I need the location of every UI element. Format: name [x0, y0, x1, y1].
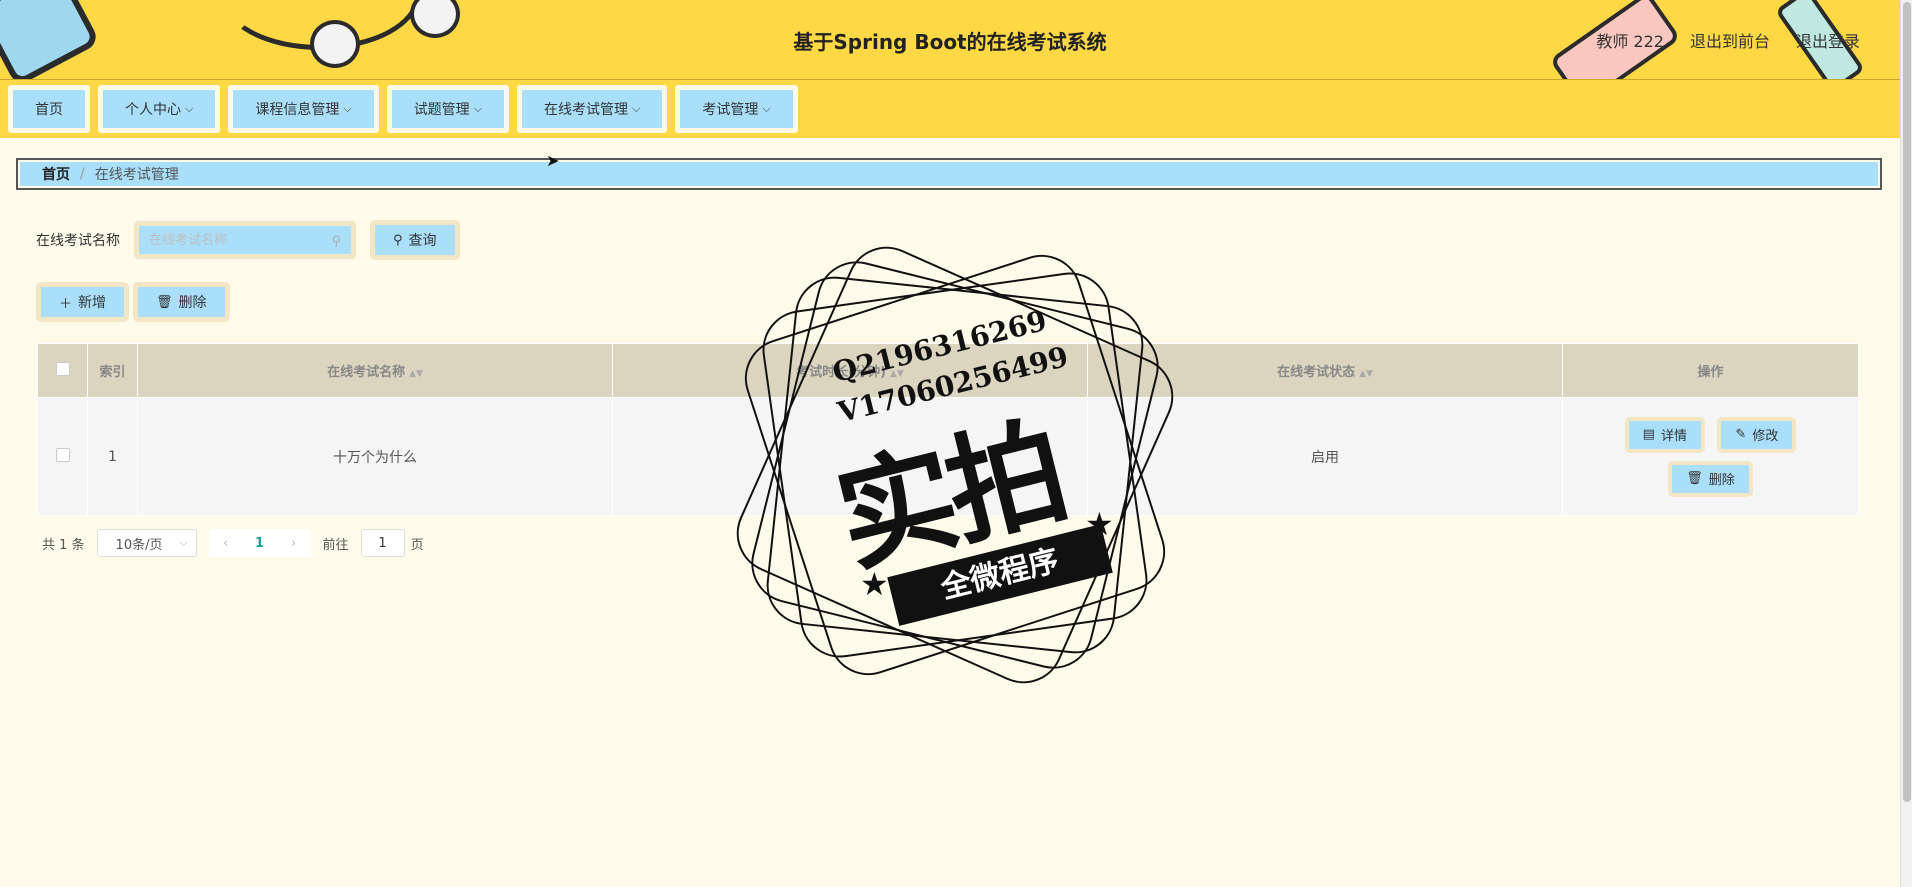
row-delete-button-label: 删除	[1708, 473, 1735, 488]
breadcrumb-separator: /	[80, 166, 85, 182]
header-status-label: 在线考试状态	[1277, 365, 1356, 380]
row-delete-button[interactable]: 🗑 删除	[1668, 460, 1753, 497]
exit-to-front-link[interactable]: 退出到前台	[1690, 28, 1770, 52]
trash-icon: 🗑	[156, 294, 173, 310]
trash-icon: 🗑	[1686, 471, 1703, 486]
next-page-icon[interactable]: ›	[277, 536, 311, 551]
detail-button[interactable]: ▤ 详情	[1624, 416, 1705, 453]
search-input-wrapper: ⚲	[134, 221, 356, 259]
nav-item-label: 个人中心	[125, 102, 181, 118]
page-size-value: 10条/页	[115, 537, 163, 553]
edit-button-label: 修改	[1752, 429, 1779, 444]
top-nav: 首页 个人中心 ⌵ 课程信息管理 ⌵ 试题管理 ⌵ 在线考试管理 ⌵ 考试管理 ⌵	[0, 80, 1900, 138]
nav-item-home[interactable]: 首页	[8, 85, 90, 133]
add-button[interactable]: ＋ 新增	[36, 282, 130, 322]
prev-page-icon[interactable]: ‹	[209, 536, 243, 551]
chevron-down-icon: ⌵	[185, 102, 194, 115]
breadcrumb-current: 在线考试管理	[94, 167, 179, 183]
search-icon: ⚲	[331, 234, 341, 249]
nav-item-online-exam-management[interactable]: 在线考试管理 ⌵	[517, 85, 668, 133]
page-size-select[interactable]: 10条/页 ⌵	[96, 529, 197, 557]
star-icon: ★	[1085, 505, 1114, 543]
vertical-scrollbar[interactable]	[1900, 0, 1912, 887]
page-suffix: 页	[410, 537, 424, 553]
breadcrumb: 首页 / 在线考试管理	[16, 158, 1882, 190]
header-ops-label: 操作	[1697, 365, 1724, 380]
row-operations: ▤ 详情 ✎ 修改 🗑 删除	[1562, 397, 1859, 516]
breadcrumb-home[interactable]: 首页	[42, 164, 70, 184]
select-all-cell	[37, 343, 88, 398]
plus-icon: ＋	[59, 296, 73, 312]
header: 基于Spring Boot的在线考试系统 教师 222 退出到前台 退出登录	[0, 0, 1900, 80]
action-bar: ＋ 新增 🗑 删除	[36, 282, 230, 322]
chevron-down-icon: ⌵	[762, 102, 771, 115]
chevron-down-icon: ⌵	[343, 102, 352, 115]
logout-link[interactable]: 退出登录	[1796, 28, 1860, 52]
header-name-label: 在线考试名称	[327, 365, 406, 380]
page-number[interactable]: 1	[243, 536, 277, 551]
query-button-label: 查询	[408, 233, 437, 249]
goto-label: 前往	[322, 537, 349, 553]
nav-item-label: 首页	[35, 102, 63, 118]
select-all-checkbox[interactable]	[55, 361, 70, 376]
total-count: 共 1 条	[42, 537, 85, 553]
nav-item-personal-center[interactable]: 个人中心 ⌵	[98, 85, 221, 133]
query-button[interactable]: ⚲ 查询	[370, 220, 460, 260]
mouse-cursor-icon: ➤	[546, 151, 560, 170]
sort-icon[interactable]: ▲▼	[409, 369, 423, 379]
nav-item-question-management[interactable]: 试题管理 ⌵	[386, 85, 510, 133]
search-input[interactable]	[149, 232, 329, 248]
header-index-label: 索引	[99, 365, 126, 380]
nav-item-label: 考试管理	[702, 102, 759, 118]
row-index: 1	[87, 397, 138, 516]
chevron-down-icon: ⌵	[632, 102, 641, 115]
header-user-links: 教师 222 退出到前台 退出登录	[1596, 28, 1860, 52]
star-icon: ★	[860, 565, 889, 603]
search-bar: 在线考试名称 ⚲ ⚲ 查询	[36, 220, 460, 260]
chevron-down-icon: ⌵	[179, 536, 188, 549]
edit-button[interactable]: ✎ 修改	[1717, 416, 1797, 453]
nav-item-course-management[interactable]: 课程信息管理 ⌵	[228, 85, 379, 133]
row-exam-name: 十万个为什么	[137, 397, 613, 516]
delete-button-label: 删除	[178, 295, 207, 311]
detail-button-label: 详情	[1660, 429, 1687, 444]
pencil-icon: ✎	[1735, 427, 1747, 442]
sort-icon[interactable]: ▲▼	[1359, 369, 1373, 379]
search-label: 在线考试名称	[36, 233, 120, 249]
nav-item-label: 在线考试管理	[544, 102, 629, 118]
pagination: 共 1 条 10条/页 ⌵ ‹ 1 › 前往 页	[42, 529, 424, 557]
nav-item-exam-management[interactable]: 考试管理 ⌵	[675, 85, 798, 133]
header-operations: 操作	[1562, 343, 1859, 398]
nav-item-label: 课程信息管理	[255, 102, 340, 118]
current-user: 教师 222	[1596, 32, 1664, 51]
goto-page-input[interactable]	[360, 529, 405, 557]
document-icon: ▤	[1642, 427, 1655, 442]
add-button-label: 新增	[78, 295, 107, 311]
watermark-stamp: Q2196316269 V17060256499 实拍 全微程序 ★ ★	[723, 233, 1187, 697]
scrollbar-thumb[interactable]	[1903, 2, 1911, 802]
page-list: ‹ 1 ›	[208, 529, 311, 557]
row-checkbox[interactable]	[55, 447, 70, 462]
delete-button[interactable]: 🗑 删除	[133, 282, 230, 322]
search-icon: ⚲	[393, 232, 403, 248]
nav-item-label: 试题管理	[413, 102, 470, 118]
header-exam-name[interactable]: 在线考试名称 ▲▼	[137, 343, 613, 398]
row-select-cell	[37, 397, 88, 516]
chevron-down-icon: ⌵	[473, 102, 483, 115]
header-index: 索引	[87, 343, 138, 398]
